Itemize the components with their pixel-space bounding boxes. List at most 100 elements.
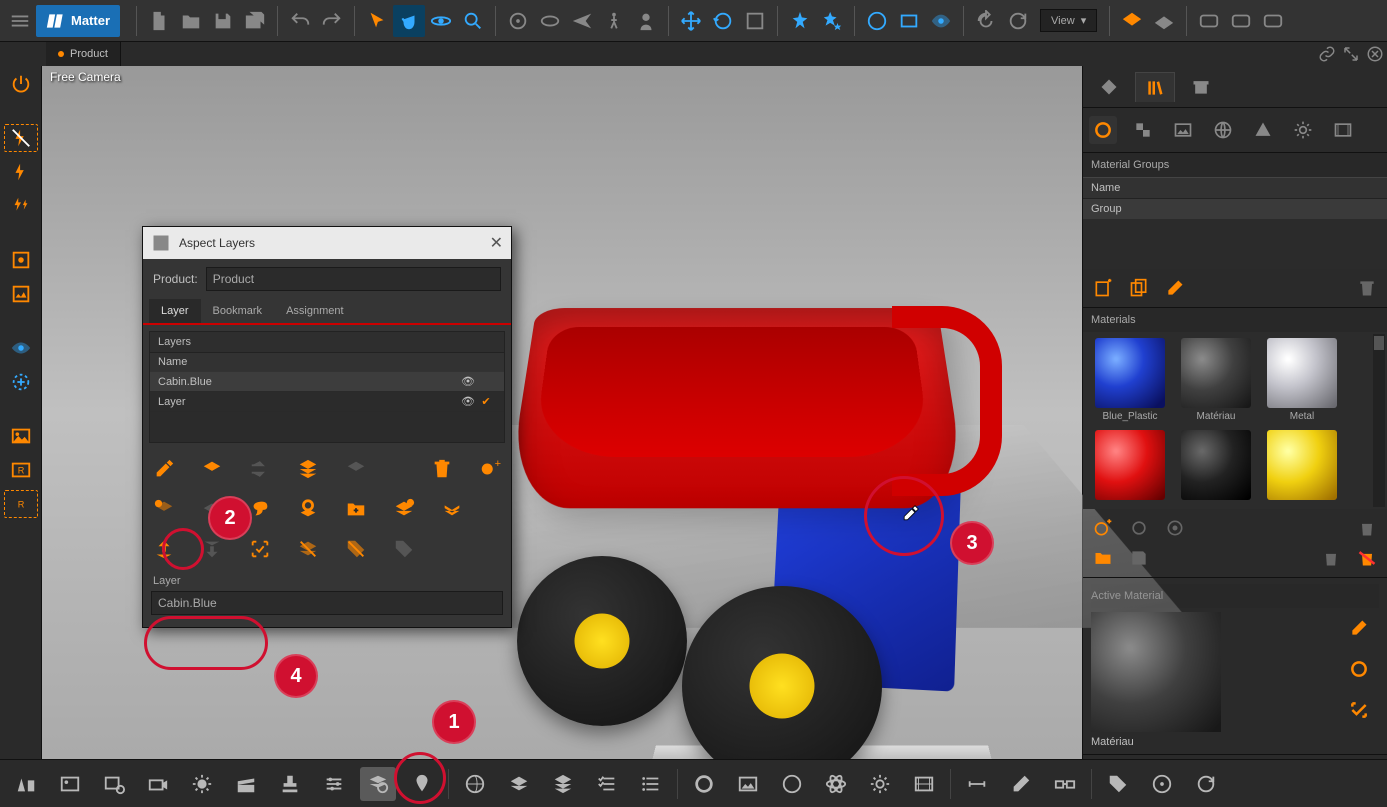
walk-mode-button[interactable] xyxy=(598,5,630,37)
close-tab-icon[interactable] xyxy=(1366,45,1384,63)
bt-image-b-button[interactable] xyxy=(730,767,766,801)
pan-tool[interactable] xyxy=(393,5,425,37)
bt-layers-stack-button[interactable] xyxy=(545,767,581,801)
bt-sun-button[interactable] xyxy=(184,767,220,801)
layer-name-input[interactable]: Cabin.Blue xyxy=(151,591,503,615)
delete-group-button[interactable] xyxy=(1355,277,1379,299)
tab-layer[interactable]: Layer xyxy=(149,299,201,323)
move-gizmo-button[interactable] xyxy=(675,5,707,37)
visibility-icon[interactable]: 👁 xyxy=(460,375,476,388)
redo-button[interactable] xyxy=(316,5,348,37)
rp-tab-archive[interactable] xyxy=(1181,72,1221,102)
material-item[interactable] xyxy=(1093,430,1167,503)
add-target-button[interactable] xyxy=(4,368,38,396)
picture-r-button[interactable]: R xyxy=(4,456,38,484)
bt-checklist-button[interactable] xyxy=(589,767,625,801)
diamond-down-button[interactable] xyxy=(1148,5,1180,37)
tag-hide-tool[interactable] xyxy=(341,535,371,563)
rotate-gizmo-button[interactable] xyxy=(707,5,739,37)
delete-layer-tool[interactable] xyxy=(427,455,457,483)
new-material-button[interactable] xyxy=(1091,517,1115,539)
3d-viewport[interactable]: Free Camera Aspect Layers ✕ Product: Pro… xyxy=(42,66,1082,759)
refresh-button[interactable] xyxy=(1002,5,1034,37)
material-mode-icon[interactable] xyxy=(1089,116,1117,144)
eyedropper-tool[interactable] xyxy=(149,455,179,483)
bt-tag-button[interactable] xyxy=(1100,767,1136,801)
visibility-icon[interactable]: 👁 xyxy=(460,395,476,408)
bt-gear-button[interactable] xyxy=(862,767,898,801)
flash-crossed-button[interactable] xyxy=(4,124,38,152)
open-material-folder-button[interactable] xyxy=(1091,547,1115,569)
checker-mode-icon[interactable] xyxy=(1129,116,1157,144)
frame-select-button[interactable] xyxy=(4,246,38,274)
bt-atom-button[interactable] xyxy=(818,767,854,801)
layer-link-tool[interactable] xyxy=(149,495,179,523)
merge-tool[interactable] xyxy=(341,455,371,483)
tag-tool[interactable] xyxy=(389,535,419,563)
undo-button[interactable] xyxy=(284,5,316,37)
bt-camera-button[interactable] xyxy=(140,767,176,801)
dup-group-button[interactable] xyxy=(1127,277,1151,299)
stack-tool[interactable] xyxy=(293,455,323,483)
tab-bookmark[interactable]: Bookmark xyxy=(201,299,275,323)
eye-target-button[interactable] xyxy=(4,334,38,362)
dialog-titlebar[interactable]: Aspect Layers ✕ xyxy=(143,227,511,259)
flash-multi-button[interactable] xyxy=(4,192,38,220)
bt-3d-glasses-button[interactable] xyxy=(1047,767,1083,801)
dialog-close-button[interactable]: ✕ xyxy=(490,233,503,253)
image-frame-button[interactable] xyxy=(4,280,38,308)
confirm-material-button[interactable] xyxy=(1349,700,1369,723)
camera-orbit-button[interactable] xyxy=(534,5,566,37)
power-button[interactable] xyxy=(4,70,38,98)
edit-material-button[interactable] xyxy=(1349,618,1369,641)
active-material-preview[interactable] xyxy=(1091,612,1221,732)
vis-a-button[interactable] xyxy=(861,5,893,37)
select-tool[interactable] xyxy=(361,5,393,37)
counter-1-button[interactable] xyxy=(1193,5,1225,37)
app-menu-button[interactable] xyxy=(4,5,36,37)
scale-gizmo-button[interactable] xyxy=(739,5,771,37)
material-item[interactable]: Matériau xyxy=(1179,338,1253,422)
trash-a-button[interactable] xyxy=(1319,547,1343,569)
bt-stamp-button[interactable] xyxy=(272,767,308,801)
save-material-button[interactable] xyxy=(1127,547,1151,569)
stack-add-tool[interactable] xyxy=(389,495,419,523)
bt-target-button[interactable] xyxy=(1144,767,1180,801)
hide-stack-tool[interactable] xyxy=(293,535,323,563)
shape-mode-icon[interactable] xyxy=(1249,116,1277,144)
rp-tab-library[interactable] xyxy=(1135,72,1175,102)
product-field[interactable]: Product xyxy=(206,267,501,291)
ring-layer-tool[interactable] xyxy=(293,495,323,523)
material-item[interactable] xyxy=(1179,430,1253,503)
effect-b-button[interactable] xyxy=(816,5,848,37)
layer-material-tool[interactable]: + xyxy=(475,455,505,483)
bt-sliders-button[interactable] xyxy=(316,767,352,801)
bt-image-gear-button[interactable] xyxy=(96,767,132,801)
bt-film-button[interactable] xyxy=(906,767,942,801)
picture-button[interactable] xyxy=(4,422,38,450)
picture-r-dashed-button[interactable]: R xyxy=(4,490,38,518)
save-button[interactable] xyxy=(207,5,239,37)
bt-edit-button[interactable] xyxy=(1003,767,1039,801)
counter-2-button[interactable] xyxy=(1225,5,1257,37)
vis-b-button[interactable] xyxy=(893,5,925,37)
bt-aspect-layers-button[interactable] xyxy=(360,767,396,801)
layer-row[interactable]: Cabin.Blue 👁 xyxy=(150,372,504,392)
counter-3-button[interactable] xyxy=(1257,5,1289,37)
bt-globe-a-button[interactable] xyxy=(457,767,493,801)
zoom-tool[interactable] xyxy=(457,5,489,37)
material-item[interactable]: Metal xyxy=(1265,338,1339,422)
group-row[interactable]: Group xyxy=(1083,199,1387,219)
vis-c-button[interactable] xyxy=(925,5,957,37)
mat-b-button[interactable] xyxy=(1127,517,1151,539)
sync-button[interactable] xyxy=(970,5,1002,37)
save-all-button[interactable] xyxy=(239,5,271,37)
flash-button[interactable] xyxy=(4,158,38,186)
new-layer-tool[interactable] xyxy=(197,455,227,483)
link-icon[interactable] xyxy=(1318,45,1336,63)
material-item[interactable] xyxy=(1265,430,1339,503)
camera-target-button[interactable] xyxy=(502,5,534,37)
diamond-up-button[interactable] xyxy=(1116,5,1148,37)
tab-assignment[interactable]: Assignment xyxy=(274,299,355,323)
view-dropdown[interactable]: View ▾ xyxy=(1040,9,1097,32)
